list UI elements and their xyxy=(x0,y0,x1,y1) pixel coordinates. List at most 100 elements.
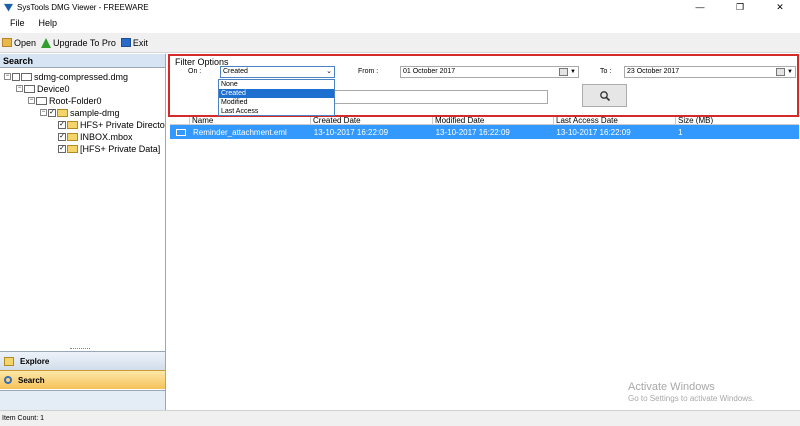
cell-size: 1 xyxy=(678,127,683,137)
folder-tree: − sdmg-compressed.dmg − Device0 − Root-F… xyxy=(0,68,165,154)
header-icon-col xyxy=(170,117,190,124)
grid-header: Name Created Date Modified Date Last Acc… xyxy=(170,117,799,125)
disk-icon xyxy=(21,72,32,81)
cell-name: Reminder_attachment.eml xyxy=(192,127,287,137)
open-label: Open xyxy=(14,37,37,48)
option-created[interactable]: Created xyxy=(219,89,334,98)
filter-on-dropdown-list: None Created Modified Last Access xyxy=(218,79,335,116)
email-icon xyxy=(176,128,186,136)
search-button[interactable] xyxy=(582,84,627,107)
to-label: To : xyxy=(600,68,612,75)
folder-icon xyxy=(36,96,47,105)
item-count: Item Count: 1 xyxy=(2,415,45,422)
to-date-picker[interactable]: 23 October 2017 ▼ xyxy=(624,66,796,78)
device-icon xyxy=(24,84,35,93)
tree-label: sample-dmg xyxy=(70,107,120,118)
from-label: From : xyxy=(358,68,379,75)
tree-item-dmg[interactable]: − sdmg-compressed.dmg xyxy=(4,71,128,82)
pane-resize-grip[interactable] xyxy=(70,348,90,350)
nav-footer xyxy=(0,390,165,410)
menu-file[interactable]: File xyxy=(10,18,25,28)
collapse-icon[interactable]: − xyxy=(4,73,11,80)
from-date-value: 01 October 2017 xyxy=(403,68,456,75)
search-nav-button[interactable]: Search xyxy=(0,370,165,389)
filter-on-select[interactable]: Created ⌄ xyxy=(220,66,335,78)
upgrade-label: Upgrade To Pro xyxy=(53,37,116,48)
collapse-icon[interactable]: − xyxy=(28,97,35,104)
option-none[interactable]: None xyxy=(219,80,334,89)
option-last-access[interactable]: Last Access xyxy=(219,107,334,116)
collapse-icon[interactable]: − xyxy=(40,109,47,116)
tree-item-sample-dmg[interactable]: − ✓ sample-dmg xyxy=(40,107,120,118)
dropdown-arrow-icon: ▼ xyxy=(787,69,793,75)
calendar-icon xyxy=(559,68,568,76)
tree-item-inbox[interactable]: ✓ INBOX.mbox xyxy=(58,131,133,142)
exit-button[interactable]: Exit xyxy=(120,37,148,48)
header-modified[interactable]: Modified Date xyxy=(433,117,554,124)
tree-label: Device0 xyxy=(37,83,70,94)
checkbox-checked[interactable]: ✓ xyxy=(58,132,66,141)
collapse-icon[interactable]: − xyxy=(16,85,23,92)
arrow-up-icon xyxy=(41,37,52,48)
results-grid: Name Created Date Modified Date Last Acc… xyxy=(170,117,799,410)
activation-watermark: Activate Windows Go to Settings to activ… xyxy=(628,381,754,403)
app-shield-icon xyxy=(4,3,13,12)
search-nav-label: Search xyxy=(18,375,45,385)
tree-label: [HFS+ Private Data] xyxy=(80,143,161,154)
magnifier-icon xyxy=(599,90,610,101)
dropdown-arrow-icon: ▼ xyxy=(570,69,576,75)
watermark-line2: Go to Settings to activate Windows. xyxy=(628,394,755,403)
toolbar: Open Upgrade To Pro Exit xyxy=(0,33,800,53)
tree-item-root-folder[interactable]: − Root-Folder0 xyxy=(28,95,102,106)
status-bar: Item Count: 1 xyxy=(0,410,800,426)
menu-bar: File Help xyxy=(0,14,800,32)
cell-modified: 13-10-2017 16:22:09 xyxy=(435,127,510,137)
tree-item-hfs-dir[interactable]: ✓ HFS+ Private Directo xyxy=(58,119,165,130)
cell-created: 13-10-2017 16:22:09 xyxy=(313,127,389,137)
tree-label: sdmg-compressed.dmg xyxy=(34,71,129,82)
tree-item-device[interactable]: − Device0 xyxy=(16,83,70,94)
chevron-down-icon: ⌄ xyxy=(326,68,332,75)
on-label: On : xyxy=(188,68,202,75)
table-row[interactable]: Reminder_attachment.eml 13-10-2017 16:22… xyxy=(170,125,799,139)
option-modified[interactable]: Modified xyxy=(219,98,334,107)
checkbox-checked[interactable]: ✓ xyxy=(58,144,66,153)
tree-item-hfs-data[interactable]: ✓ [HFS+ Private Data] xyxy=(58,143,160,154)
folder-icon xyxy=(57,108,68,117)
explore-nav-button[interactable]: Explore xyxy=(0,351,165,370)
checkbox[interactable] xyxy=(12,72,20,81)
tree-label: INBOX.mbox xyxy=(80,131,133,142)
folder-icon xyxy=(67,120,78,129)
left-pane: Search − sdmg-compressed.dmg − Device0 −… xyxy=(0,54,166,410)
minimize-button[interactable]: — xyxy=(680,0,720,14)
left-pane-header: Search xyxy=(0,54,165,68)
menu-help[interactable]: Help xyxy=(39,18,58,28)
header-created[interactable]: Created Date xyxy=(311,117,433,124)
header-size[interactable]: Size (MB) xyxy=(676,117,799,124)
maximize-button[interactable]: ❐ xyxy=(720,0,760,14)
tree-label: Root-Folder0 xyxy=(49,95,102,106)
search-icon xyxy=(4,376,12,384)
from-date-picker[interactable]: 01 October 2017 ▼ xyxy=(400,66,579,78)
explore-label: Explore xyxy=(20,356,50,366)
header-last-access[interactable]: Last Access Date xyxy=(554,117,676,124)
checkbox-checked[interactable]: ✓ xyxy=(58,120,66,129)
open-button[interactable]: Open xyxy=(2,38,36,48)
tree-label: HFS+ Private Directo xyxy=(80,119,165,130)
exit-icon xyxy=(120,38,131,47)
header-name[interactable]: Name xyxy=(190,117,311,124)
title-bar: SysTools DMG Viewer - FREEWARE — ❐ ✕ xyxy=(0,0,800,14)
cell-last-access: 13-10-2017 16:22:09 xyxy=(556,127,631,137)
window-controls: — ❐ ✕ xyxy=(680,0,800,14)
checkbox-checked[interactable]: ✓ xyxy=(48,108,56,117)
explore-folder-icon xyxy=(4,356,14,366)
upgrade-button[interactable]: Upgrade To Pro xyxy=(41,37,116,48)
exit-label: Exit xyxy=(132,37,148,48)
close-button[interactable]: ✕ xyxy=(760,0,800,14)
calendar-icon xyxy=(776,68,785,76)
watermark-line1: Activate Windows xyxy=(628,381,715,393)
folder-open-icon xyxy=(2,38,12,47)
folder-icon xyxy=(67,132,78,141)
search-input[interactable] xyxy=(334,90,548,104)
filter-on-value: Created xyxy=(223,68,248,75)
